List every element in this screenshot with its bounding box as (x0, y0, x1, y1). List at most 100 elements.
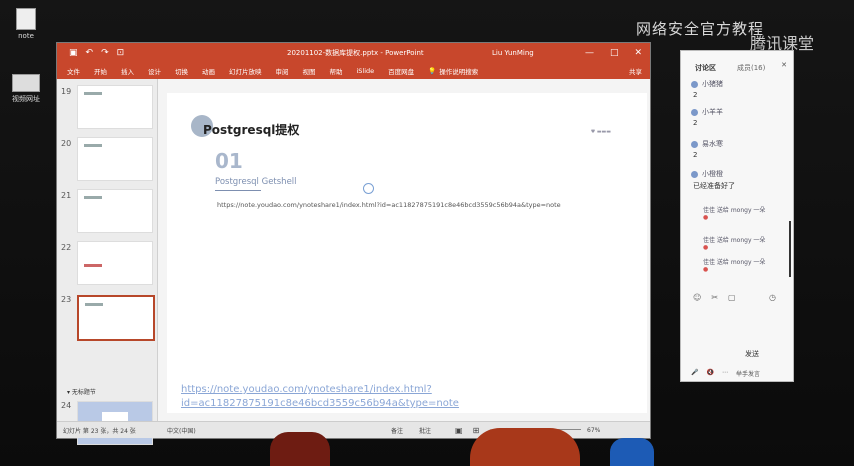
window-controls: — □ ✕ (585, 48, 642, 58)
save-icon[interactable]: ▣ (69, 48, 78, 58)
share-button[interactable]: 共享 (629, 66, 642, 76)
slide-url-link[interactable]: https://note.youdao.com/ynoteshare1/inde… (181, 383, 641, 411)
close-button[interactable]: ✕ (634, 48, 642, 58)
zoom-level[interactable]: 67% (587, 427, 600, 434)
tell-me-search[interactable]: 💡 操作说明搜索 (428, 66, 478, 76)
thumb-content (84, 264, 102, 267)
slide-thumbnail[interactable] (77, 241, 153, 285)
more-icon[interactable]: ⋯ (722, 369, 728, 378)
quick-access-toolbar: ▣ ↶ ↷ ⊡ (69, 48, 124, 58)
avatar (691, 108, 698, 116)
flower-icon: ● (703, 266, 709, 273)
tab-design[interactable]: 设计 (148, 66, 161, 76)
chat-message-text: 2 (693, 151, 698, 159)
video-file-icon (12, 74, 40, 92)
slide-thumbnail-selected[interactable] (77, 295, 155, 341)
tab-view[interactable]: 视图 (303, 66, 316, 76)
ribbon-tabs: 文件 开始 插入 设计 切换 动画 幻灯片放映 审阅 视图 帮助 iSlide … (57, 63, 650, 79)
lightbulb-icon: 💡 (428, 67, 437, 75)
powerpoint-window: ▣ ↶ ↷ ⊡ 20201102-数据库提权.pptx - PowerPoint… (56, 42, 651, 445)
author-name: 小橙橙 (702, 170, 723, 178)
search-label: 操作说明搜索 (439, 68, 479, 76)
flower-icon: ● (703, 244, 709, 251)
slide-canvas[interactable]: Postgresql提权 ♥ ▬▬▬ 01 Postgresql Getshel… (167, 93, 647, 413)
avatar (691, 170, 698, 178)
notes-button[interactable]: 备注 (391, 426, 403, 435)
gift-text: 佳佳 送给 mongy 一朵 (703, 259, 766, 266)
tab-slideshow[interactable]: 幻灯片放映 (229, 66, 262, 76)
section-label[interactable]: ▾ 无标题节 (67, 387, 96, 396)
tab-file[interactable]: 文件 (67, 66, 80, 76)
redo-icon[interactable]: ↷ (101, 48, 109, 58)
scrollbar[interactable] (789, 221, 791, 277)
window-title: 20201102-数据库提权.pptx - PowerPoint (287, 49, 424, 57)
document-icon (16, 8, 36, 30)
tab-insert[interactable]: 插入 (121, 66, 134, 76)
microphone-icon[interactable]: 🎤 (691, 369, 698, 378)
tab-discussion[interactable]: 讨论区 (695, 63, 716, 73)
tab-baidu[interactable]: 百度网盘 (388, 66, 414, 76)
desktop-video-icon[interactable]: 视频网址 (6, 74, 46, 104)
slide-subtitle[interactable]: Postgresql Getshell (215, 177, 297, 187)
tab-transitions[interactable]: 切换 (175, 66, 188, 76)
raise-hand-button[interactable]: 举手发言 (736, 369, 760, 378)
tab-members[interactable]: 成员(16) (737, 63, 765, 73)
chat-toolbar: ☺ ✂ ▢ ◷ (693, 293, 776, 302)
bottom-controls: 🎤 🔇 ⋯ 举手发言 (691, 369, 760, 378)
desktop: note 视频网址 网络安全官方教程 腾讯课堂 ▣ ↶ ↷ ⊡ 20201102… (0, 0, 854, 466)
slide-url-text[interactable]: https://note.youdao.com/ynoteshare1/inde… (217, 201, 561, 209)
present-icon[interactable]: ⊡ (117, 48, 125, 58)
tab-animations[interactable]: 动画 (202, 66, 215, 76)
gift-notice: 佳佳 送给 mongy 一朵 ● (703, 235, 765, 251)
sorter-view-icon[interactable]: ⊞ (473, 426, 480, 435)
image-icon[interactable]: ▢ (728, 293, 736, 302)
undo-icon[interactable]: ↶ (86, 48, 94, 58)
chat-message-text: 2 (693, 91, 698, 99)
gift-notice: 佳佳 送给 mongy 一朵 ● (703, 205, 765, 221)
logo-mark: ♥ ▬▬▬ (590, 129, 611, 135)
chat-message-text: 2 (693, 119, 698, 127)
tab-review[interactable]: 审阅 (276, 66, 289, 76)
thumb-content (85, 303, 103, 306)
history-icon[interactable]: ◷ (769, 293, 776, 302)
loading-spinner-icon (363, 183, 374, 194)
user-name[interactable]: Liu YunMing (492, 49, 534, 57)
close-icon[interactable]: ✕ (781, 61, 787, 69)
emoji-icon[interactable]: ☺ (693, 293, 701, 302)
slide-thumbnails-pane[interactable]: 19 20 21 22 23 ▾ 无标题节 24 (57, 79, 158, 445)
minimize-button[interactable]: — (585, 48, 594, 58)
mute-icon[interactable]: 🔇 (706, 369, 713, 378)
maximize-button[interactable]: □ (610, 48, 619, 58)
author-name: 小羊羊 (702, 108, 723, 116)
thumb-number: 22 (61, 243, 72, 252)
background-figure (470, 428, 580, 466)
chat-message-text: 已经准备好了 (693, 182, 735, 190)
desktop-icon-label: note (18, 32, 34, 40)
thumb-number: 21 (61, 191, 72, 200)
slide-thumbnail[interactable] (77, 189, 153, 233)
thumb-number: 20 (61, 139, 72, 148)
author-name: 易水寒 (702, 140, 723, 148)
thumb-content (84, 92, 102, 95)
chat-message-author: 小猪猪 (691, 79, 723, 89)
avatar (691, 140, 698, 148)
tab-islide[interactable]: iSlide (357, 67, 375, 75)
section-number[interactable]: 01 (215, 149, 243, 173)
send-button[interactable]: 发送 (745, 349, 759, 359)
flower-icon: ● (703, 214, 709, 221)
author-name: 小猪猪 (702, 80, 723, 88)
tab-help[interactable]: 帮助 (330, 66, 343, 76)
tab-home[interactable]: 开始 (94, 66, 107, 76)
slide-thumbnail[interactable] (77, 137, 153, 181)
language-indicator[interactable]: 中文(中国) (167, 426, 196, 435)
slide-thumbnail[interactable] (77, 85, 153, 129)
desktop-note-icon[interactable]: note (6, 8, 46, 40)
comments-button[interactable]: 批注 (419, 426, 431, 435)
normal-view-icon[interactable]: ▣ (455, 426, 463, 435)
thumb-content (84, 144, 102, 147)
desktop-icon-label: 视频网址 (12, 95, 40, 103)
slide-title[interactable]: Postgresql提权 (203, 121, 299, 138)
gift-notice: 佳佳 送给 mongy 一朵 ● (703, 257, 765, 273)
thumb-number: 24 (61, 401, 72, 410)
scissors-icon[interactable]: ✂ (711, 293, 718, 302)
